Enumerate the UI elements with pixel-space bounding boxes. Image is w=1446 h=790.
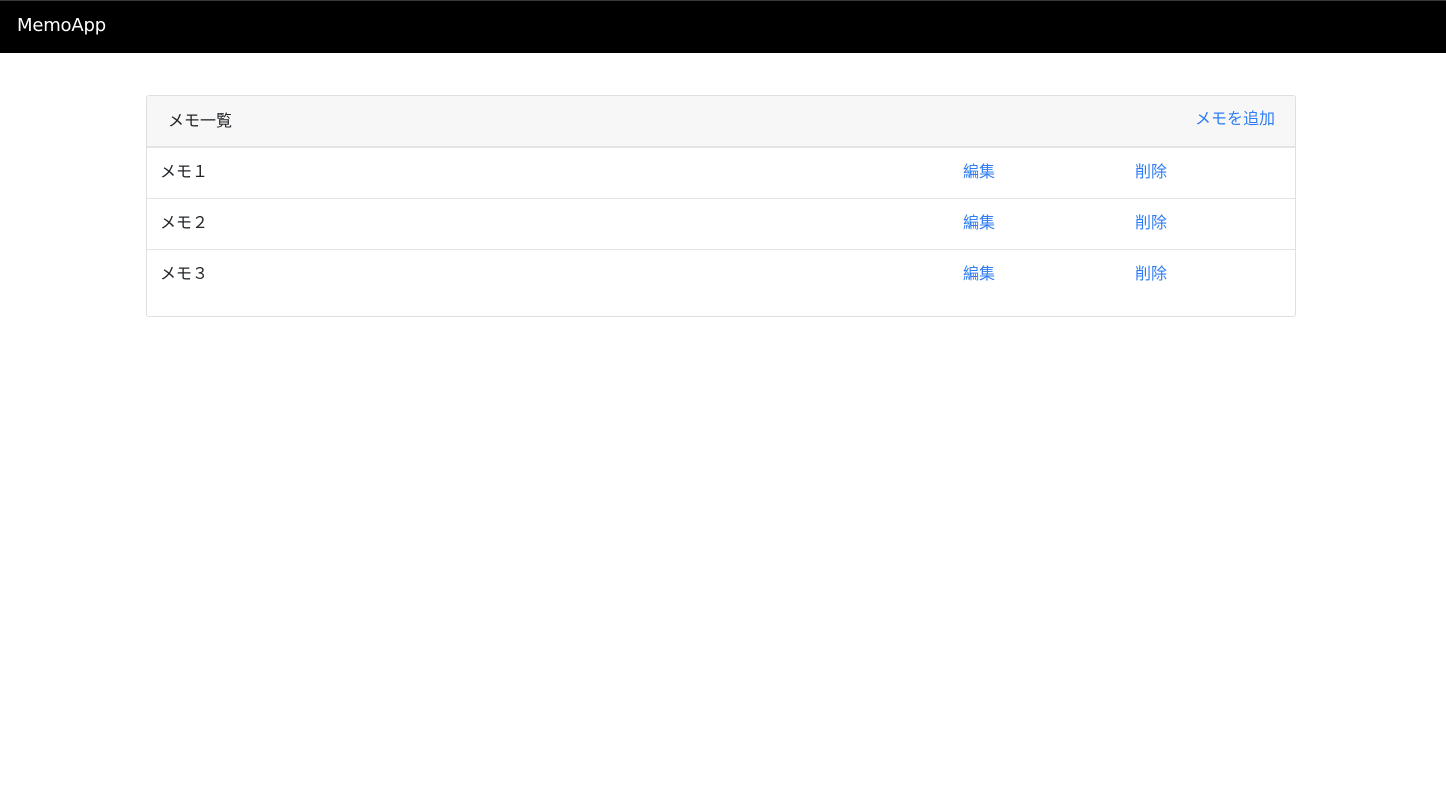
memo-row: メモ２ 編集 削除 <box>147 199 1295 250</box>
memo-title: メモ２ <box>160 213 209 232</box>
card-header: メモ一覧 メモを追加 <box>147 96 1295 148</box>
memo-list: メモ１ 編集 削除 メモ２ 編集 削除 メモ３ 編集 削除 <box>147 148 1295 301</box>
brand-link[interactable]: MemoApp <box>17 15 106 37</box>
memo-list-card: メモ一覧 メモを追加 メモ１ 編集 削除 メモ２ 編集 削除 メモ３ 編集 削除 <box>146 95 1296 317</box>
add-memo-link[interactable]: メモを追加 <box>1195 108 1275 130</box>
delete-memo-link[interactable]: 削除 <box>1135 161 1167 183</box>
memo-row: メモ１ 編集 削除 <box>147 148 1295 199</box>
memo-row: メモ３ 編集 削除 <box>147 250 1295 301</box>
navbar: MemoApp <box>0 0 1446 53</box>
delete-memo-link[interactable]: 削除 <box>1135 212 1167 234</box>
memo-title: メモ１ <box>160 162 209 181</box>
edit-memo-link[interactable]: 編集 <box>963 161 995 183</box>
card-title: メモ一覧 <box>168 111 233 130</box>
edit-memo-link[interactable]: 編集 <box>963 212 995 234</box>
delete-memo-link[interactable]: 削除 <box>1135 263 1167 285</box>
edit-memo-link[interactable]: 編集 <box>963 263 995 285</box>
memo-title: メモ３ <box>160 264 209 283</box>
